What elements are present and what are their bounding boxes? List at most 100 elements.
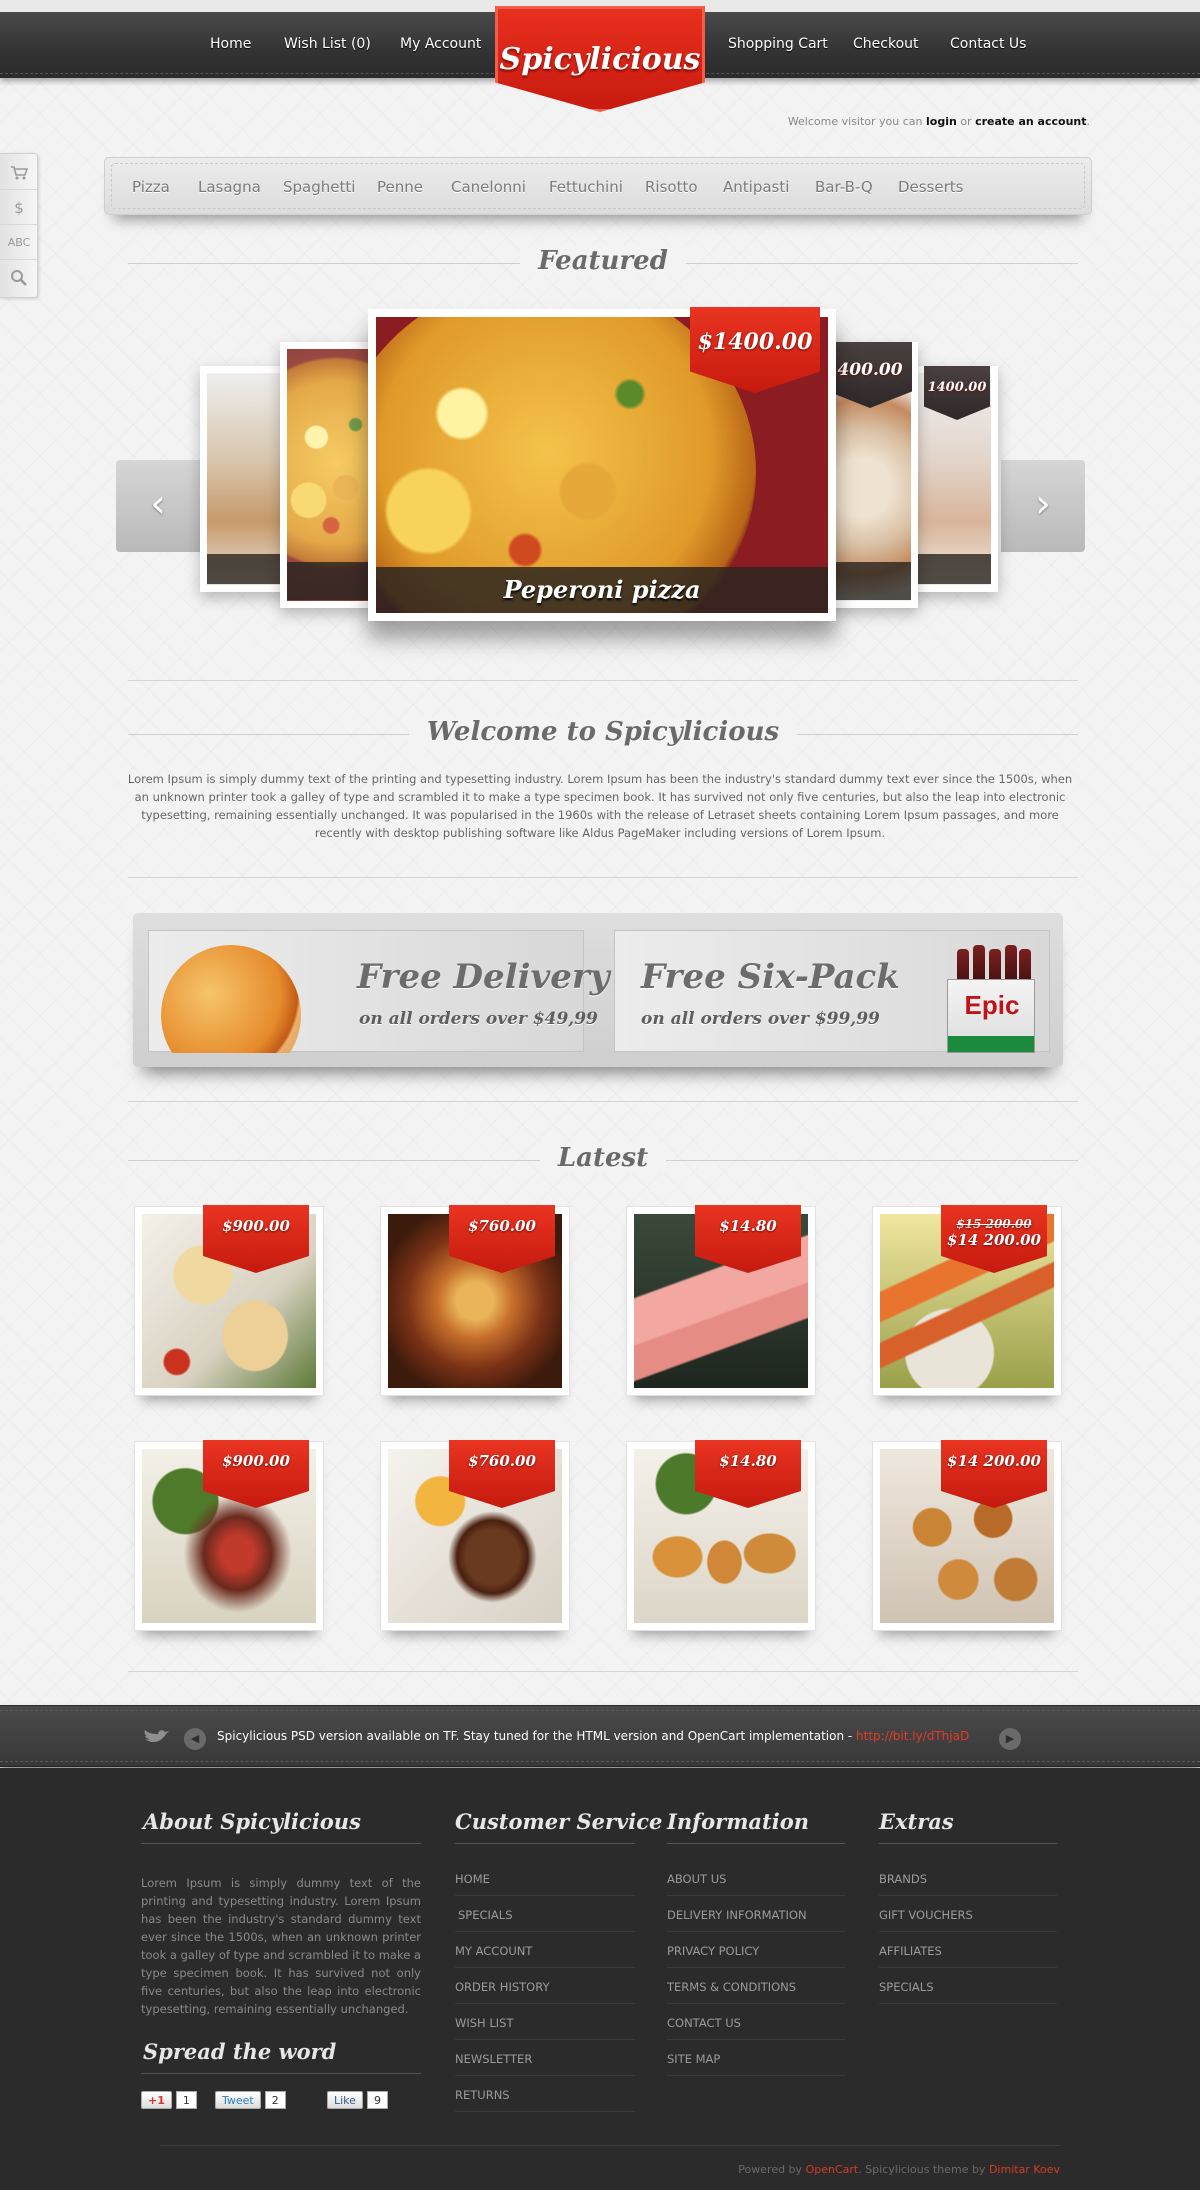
footer-link-delivery-information[interactable]: DELIVERY INFORMATION bbox=[667, 1908, 807, 1922]
footer-about-title: About Spicylicious bbox=[143, 1809, 361, 1834]
product-price: $760.00 bbox=[468, 1452, 536, 1470]
abc-icon[interactable]: ABC bbox=[0, 226, 38, 260]
featured-main-slide[interactable]: Peperoni pizza $1400.00 bbox=[368, 307, 836, 621]
welcome-text: Lorem Ipsum is simply dummy text of the … bbox=[127, 772, 1073, 840]
category-desserts[interactable]: Desserts bbox=[898, 178, 964, 196]
nav-shopping-cart[interactable]: Shopping Cart bbox=[728, 36, 828, 52]
product-card[interactable]: $760.00 bbox=[380, 1440, 570, 1631]
welcome-suffix: . bbox=[1086, 115, 1091, 128]
category-lasagna[interactable]: Lasagna bbox=[198, 178, 261, 196]
footer-link-returns[interactable]: RETURNS bbox=[455, 2088, 510, 2102]
slider-prev-button[interactable]: ‹ bbox=[116, 460, 200, 552]
nav-checkout[interactable]: Checkout bbox=[853, 36, 919, 52]
welcome-prefix: Welcome visitor you can bbox=[787, 115, 923, 128]
logo[interactable]: Spicylicious bbox=[495, 6, 705, 126]
footer-link-specials-extras[interactable]: SPECIALS bbox=[879, 1980, 934, 1994]
tweet-link[interactable]: http://bit.ly/dThjaD bbox=[856, 1729, 969, 1743]
nav-wish-list[interactable]: Wish List (0) bbox=[284, 36, 371, 52]
footer-link-contact-us[interactable]: CONTACT US bbox=[667, 2016, 741, 2030]
category-antipasti[interactable]: Antipasti bbox=[723, 178, 789, 196]
promo-title: Free Six-Pack bbox=[641, 957, 900, 997]
product-price: $14 200.00 bbox=[947, 1231, 1041, 1249]
beer-brand: Epic bbox=[964, 990, 1020, 1020]
divider bbox=[128, 877, 1078, 878]
footer-link-about-us[interactable]: ABOUT US bbox=[667, 1872, 726, 1886]
footer-link-brands[interactable]: BRANDS bbox=[879, 1872, 927, 1886]
slider-next-button[interactable]: › bbox=[1001, 460, 1085, 552]
powered-prefix: Powered by bbox=[738, 2163, 803, 2176]
spread-title: Spread the word bbox=[143, 2039, 337, 2064]
product-card[interactable]: $900.00 bbox=[134, 1440, 324, 1631]
welcome-or: or bbox=[960, 115, 972, 128]
footer-link-wish-list[interactable]: WISH LIST bbox=[455, 2016, 514, 2030]
category-pizza[interactable]: Pizza bbox=[132, 178, 170, 196]
powered-middle: . Spicylicious theme by bbox=[858, 2163, 986, 2176]
nav-home[interactable]: Home bbox=[210, 36, 251, 52]
product-price: $900.00 bbox=[222, 1452, 290, 1470]
gplus-button[interactable]: +1 bbox=[141, 2091, 172, 2109]
category-risotto[interactable]: Risotto bbox=[645, 178, 698, 196]
footer-link-specials[interactable]: SPECIALS bbox=[458, 1908, 513, 1922]
footer-rule bbox=[141, 2073, 421, 2074]
footer-link-gift-vouchers[interactable]: GIFT VOUCHERS bbox=[879, 1908, 973, 1922]
promo-subtitle: on all orders over $49,99 bbox=[359, 1009, 598, 1029]
footer-link-site-map[interactable]: SITE MAP bbox=[667, 2052, 720, 2066]
cart-icon[interactable] bbox=[0, 156, 38, 190]
footer-link-home[interactable]: HOME bbox=[455, 1872, 490, 1886]
like-widget[interactable]: Like 9 bbox=[327, 2091, 388, 2109]
side-toolbar: $ ABC bbox=[0, 153, 38, 298]
footer-about-text: Lorem Ipsum is simply dummy text of the … bbox=[141, 1876, 421, 2016]
category-bar-b-q[interactable]: Bar-B-Q bbox=[815, 178, 873, 196]
product-card[interactable]: $760.00 bbox=[380, 1205, 570, 1396]
login-link[interactable]: login bbox=[926, 115, 957, 128]
product-card[interactable]: $15 200.00 $14 200.00 bbox=[872, 1205, 1062, 1396]
logo-text: Spicylicious bbox=[499, 42, 701, 77]
promo-free-delivery[interactable]: Free Delivery on all orders over $49,99 bbox=[148, 930, 610, 1053]
featured-product-name[interactable]: Peperoni pizza bbox=[376, 567, 828, 613]
promo-free-six-pack[interactable]: Free Six-Pack on all orders over $99,99 … bbox=[614, 930, 1050, 1053]
footer-link-privacy-policy[interactable]: PRIVACY POLICY bbox=[667, 1944, 759, 1958]
tweet-button[interactable]: Tweet bbox=[215, 2091, 261, 2109]
create-account-link[interactable]: create an account bbox=[975, 115, 1086, 128]
category-fettuchini[interactable]: Fettuchini bbox=[549, 178, 623, 196]
category-canelonni[interactable]: Canelonni bbox=[451, 178, 526, 196]
tweet-next-button[interactable]: ▶ bbox=[999, 1728, 1021, 1750]
footer-extras-title: Extras bbox=[879, 1809, 954, 1834]
latest-heading: Latest bbox=[128, 1140, 1078, 1180]
product-card[interactable]: $14.80 bbox=[626, 1440, 816, 1631]
powered-by: Powered by OpenCart. Spicylicious theme … bbox=[738, 2163, 1060, 2176]
footer-bottom-rule bbox=[160, 2145, 1060, 2146]
search-icon[interactable] bbox=[0, 261, 38, 295]
product-price: $14 200.00 bbox=[947, 1452, 1041, 1470]
beer-six-pack-image: Epic bbox=[943, 943, 1039, 1053]
product-card[interactable]: $900.00 bbox=[134, 1205, 324, 1396]
dollar-icon[interactable]: $ bbox=[0, 191, 38, 225]
tweet-widget[interactable]: Tweet 2 bbox=[215, 2091, 286, 2109]
footer-link-terms[interactable]: TERMS & CONDITIONS bbox=[667, 1980, 796, 1994]
tweet-prev-button[interactable]: ◀ bbox=[184, 1728, 206, 1750]
nav-my-account[interactable]: My Account bbox=[400, 36, 481, 52]
author-link[interactable]: Dimitar Koev bbox=[989, 2163, 1060, 2176]
featured-heading: Featured bbox=[128, 243, 1078, 283]
category-penne[interactable]: Penne bbox=[377, 178, 423, 196]
footer-link-order-history[interactable]: ORDER HISTORY bbox=[455, 1980, 550, 1994]
product-card[interactable]: $14 200.00 bbox=[872, 1440, 1062, 1631]
footer-link-affiliates[interactable]: AFFILIATES bbox=[879, 1944, 942, 1958]
opencart-link[interactable]: OpenCart bbox=[806, 2163, 859, 2176]
footer-rule bbox=[879, 1843, 1057, 1844]
product-price: $760.00 bbox=[468, 1217, 536, 1235]
footer-rule bbox=[141, 1843, 421, 1844]
product-card[interactable]: $14.80 bbox=[626, 1205, 816, 1396]
footer-link-newsletter[interactable]: NEWSLETTER bbox=[455, 2052, 532, 2066]
twitter-bar: ◀ Spicylicious PSD version available on … bbox=[0, 1705, 1200, 1767]
gplus-widget[interactable]: +1 1 bbox=[141, 2091, 197, 2109]
divider bbox=[128, 680, 1078, 681]
product-price: $14.80 bbox=[719, 1452, 777, 1470]
featured-price: $1400.00 bbox=[697, 329, 813, 355]
footer-link-my-account[interactable]: MY ACCOUNT bbox=[455, 1944, 532, 1958]
nav-contact-us[interactable]: Contact Us bbox=[950, 36, 1026, 52]
footer-customer-service-title: Customer Service bbox=[455, 1809, 663, 1834]
like-button[interactable]: Like bbox=[327, 2091, 363, 2109]
product-price: $900.00 bbox=[222, 1217, 290, 1235]
category-spaghetti[interactable]: Spaghetti bbox=[283, 178, 355, 196]
